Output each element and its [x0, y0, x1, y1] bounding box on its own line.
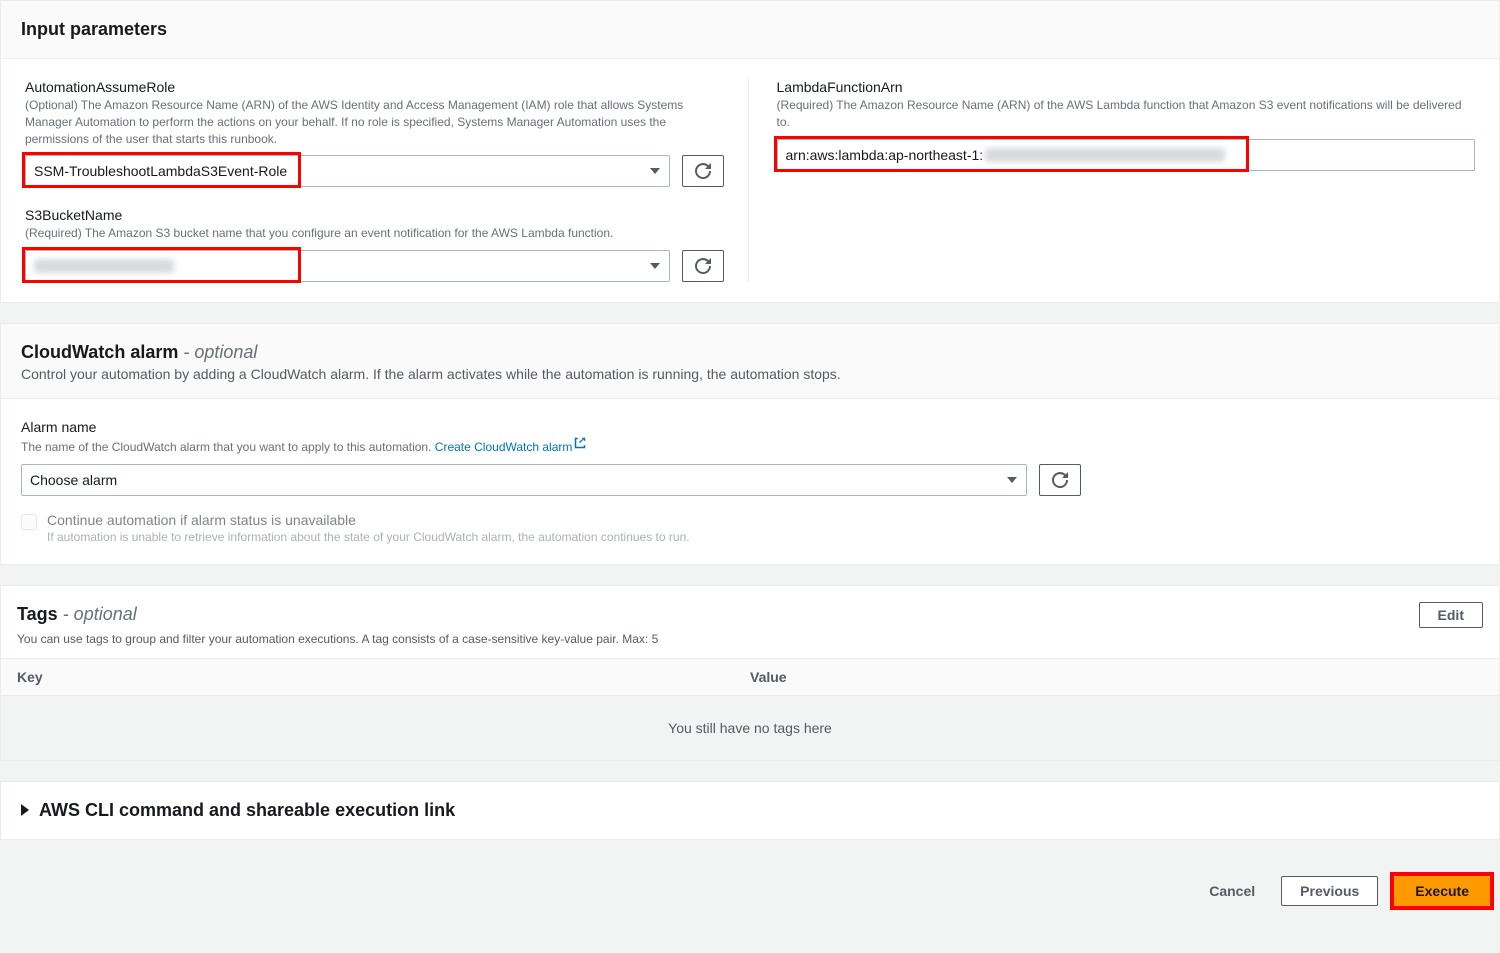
alarm-name-select[interactable]: Choose alarm — [21, 464, 1027, 496]
automation-assume-role-value: SSM-TroubleshootLambdaS3Event-Role — [34, 163, 287, 179]
external-link-icon — [574, 437, 586, 454]
footer-bar: Cancel Previous Execute — [0, 860, 1500, 934]
automation-assume-role-label: AutomationAssumeRole — [25, 79, 724, 95]
refresh-icon — [695, 258, 711, 274]
lambda-arn-input[interactable]: arn:aws:lambda:ap-northeast-1: — [777, 139, 1476, 171]
caret-right-icon — [21, 804, 29, 816]
automation-assume-role-select[interactable]: SSM-TroubleshootLambdaS3Event-Role — [25, 155, 670, 187]
highlight-execute: Execute — [1390, 872, 1494, 910]
cloudwatch-alarm-panel: CloudWatch alarm - optional Control your… — [0, 323, 1500, 565]
continue-automation-label: Continue automation if alarm status is u… — [47, 512, 1479, 528]
lambda-arn-desc: (Required) The Amazon Resource Name (ARN… — [777, 97, 1476, 131]
refresh-icon — [1052, 472, 1068, 488]
continue-automation-hint: If automation is unable to retrieve info… — [47, 530, 1479, 544]
cancel-button[interactable]: Cancel — [1195, 877, 1269, 905]
cloudwatch-alarm-desc: Control your automation by adding a Clou… — [1, 366, 1499, 398]
cloudwatch-alarm-title: CloudWatch alarm - optional — [21, 342, 1479, 363]
cli-title: AWS CLI command and shareable execution … — [39, 800, 455, 821]
s3-bucket-label: S3BucketName — [25, 207, 724, 223]
alarm-name-placeholder: Choose alarm — [30, 472, 117, 488]
refresh-icon — [695, 163, 711, 179]
automation-assume-role-desc: (Optional) The Amazon Resource Name (ARN… — [25, 97, 724, 147]
lambda-arn-field: LambdaFunctionArn (Required) The Amazon … — [777, 79, 1476, 171]
cloudwatch-alarm-header: CloudWatch alarm - optional — [1, 324, 1499, 367]
previous-button[interactable]: Previous — [1281, 876, 1378, 906]
s3-bucket-field: S3BucketName (Required) The Amazon S3 bu… — [25, 207, 724, 282]
refresh-s3-bucket-button[interactable] — [682, 250, 724, 282]
alarm-name-desc: The name of the CloudWatch alarm that yo… — [21, 437, 1479, 456]
s3-bucket-value-redacted — [34, 259, 174, 273]
automation-assume-role-field: AutomationAssumeRole (Optional) The Amaz… — [25, 79, 724, 187]
cli-expand-toggle[interactable]: AWS CLI command and shareable execution … — [1, 782, 1499, 839]
tags-desc: You can use tags to group and filter you… — [17, 632, 1483, 646]
tags-panel: Tags - optional Edit You can use tags to… — [0, 585, 1500, 761]
continue-automation-checkbox — [21, 514, 37, 530]
tags-key-header: Key — [17, 669, 750, 685]
refresh-assume-role-button[interactable] — [682, 155, 724, 187]
cli-panel: AWS CLI command and shareable execution … — [0, 781, 1500, 840]
tags-title: Tags - optional — [17, 604, 137, 624]
lambda-arn-label: LambdaFunctionArn — [777, 79, 1476, 95]
refresh-alarm-button[interactable] — [1039, 464, 1081, 496]
lambda-arn-value-redacted — [985, 148, 1225, 162]
s3-bucket-desc: (Required) The Amazon S3 bucket name tha… — [25, 225, 724, 242]
input-parameters-title: Input parameters — [21, 19, 1479, 40]
lambda-arn-value-prefix: arn:aws:lambda:ap-northeast-1: — [786, 147, 984, 163]
tags-edit-button[interactable]: Edit — [1419, 602, 1483, 628]
s3-bucket-select[interactable] — [25, 250, 670, 282]
execute-button[interactable]: Execute — [1394, 876, 1490, 906]
input-parameters-header: Input parameters — [1, 1, 1499, 59]
input-parameters-panel: Input parameters AutomationAssumeRole (O… — [0, 0, 1500, 303]
create-cloudwatch-alarm-link[interactable]: Create CloudWatch alarm — [435, 440, 587, 454]
alarm-name-label: Alarm name — [21, 419, 1479, 435]
tags-value-header: Value — [750, 669, 1483, 685]
tags-table: Key Value You still have no tags here — [1, 658, 1499, 760]
tags-empty-message: You still have no tags here — [1, 696, 1499, 760]
continue-automation-checkbox-row: Continue automation if alarm status is u… — [21, 512, 1479, 544]
